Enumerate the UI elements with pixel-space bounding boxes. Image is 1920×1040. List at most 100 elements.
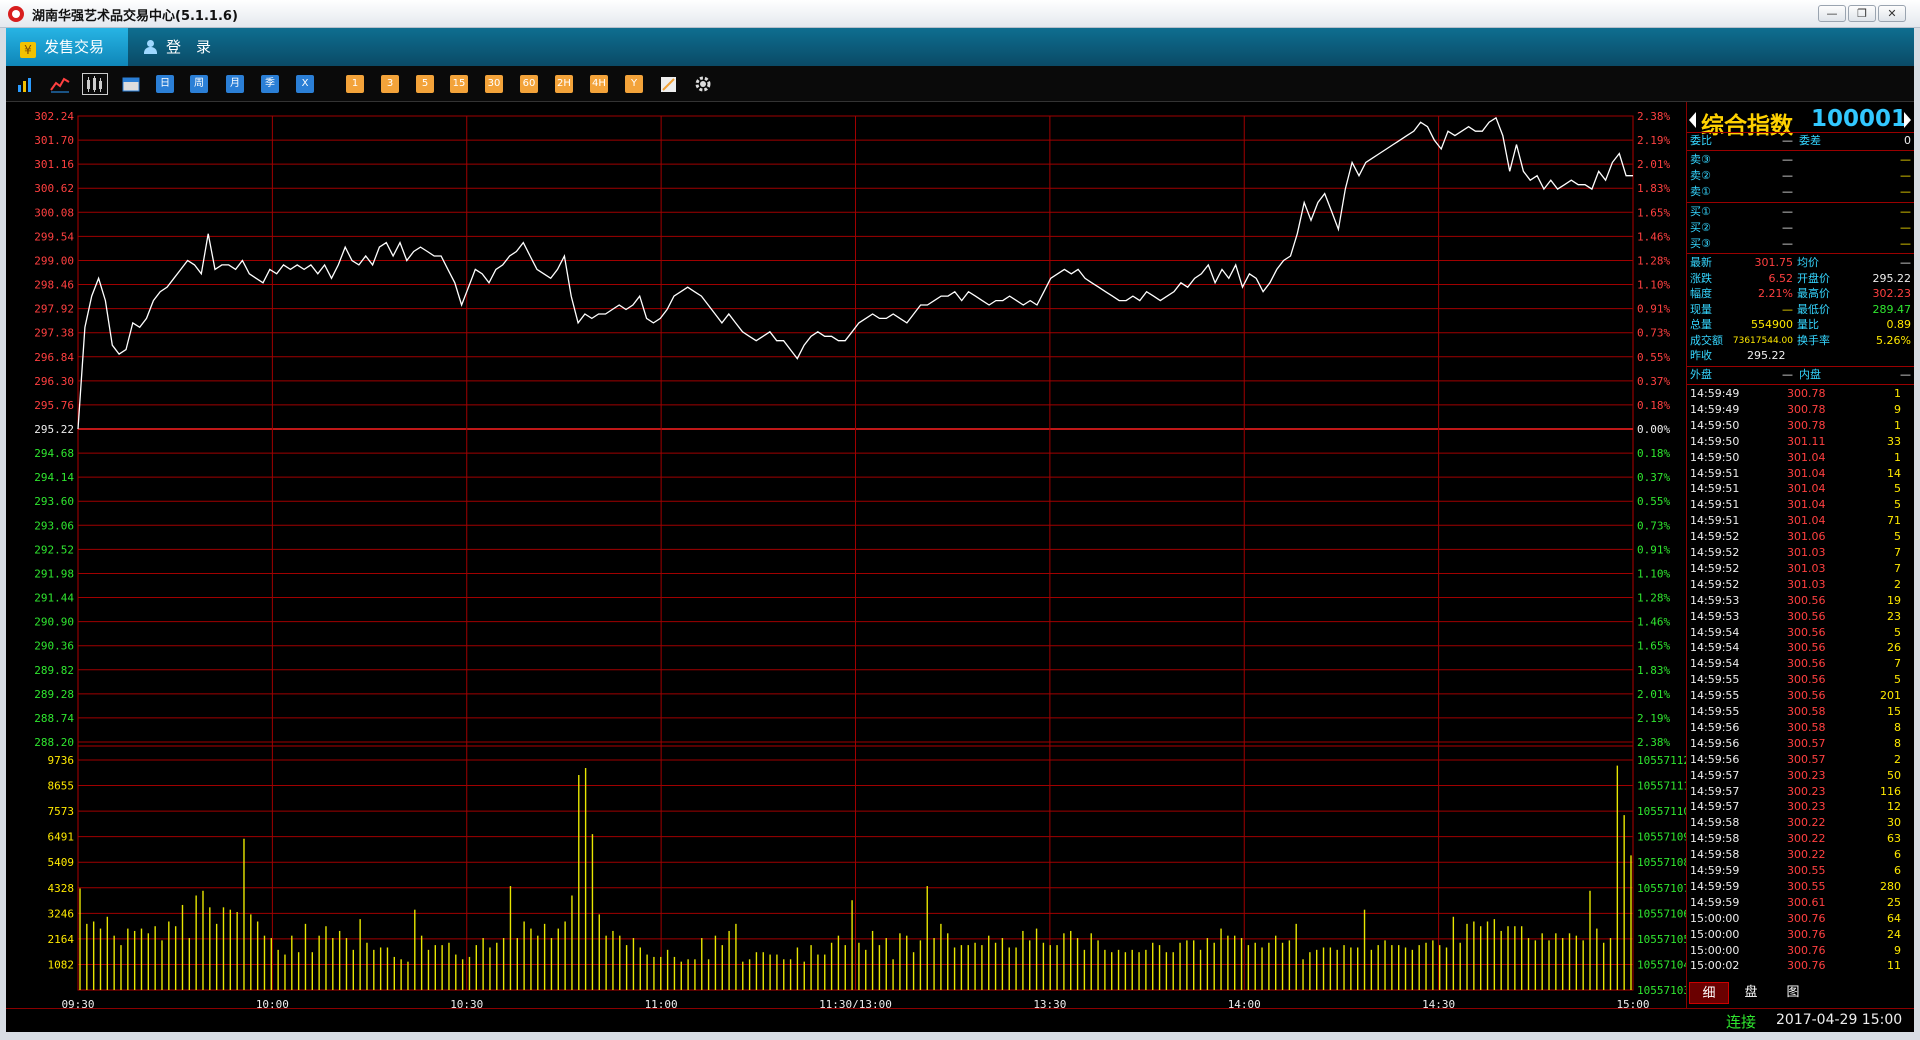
line-chart-icon[interactable] — [50, 75, 70, 93]
stat-label: 开盘价 — [1797, 271, 1830, 285]
zuoshou-value: 295.22 — [1747, 349, 1786, 362]
intraday-chart-area[interactable]: 302.24 2.38% 301.70 2.19% 301.16 2.01% 300.62 1… — [6, 102, 1690, 1032]
settings-gear-icon[interactable] — [694, 75, 712, 93]
bid-level-row: 买② — — — [1687, 220, 1914, 236]
tick-volume: 1 — [1894, 387, 1901, 400]
close-button[interactable]: ✕ — [1878, 5, 1906, 22]
menu-login[interactable]: 登 录 — [144, 28, 234, 66]
period-week-button[interactable]: 周 — [190, 75, 208, 93]
tick-price: 300.76 — [1787, 959, 1826, 973]
zuoshou-row: 昨收 295.22 — [1687, 348, 1914, 364]
tick-row: 15:00:00 300.76 24 — [1687, 927, 1914, 943]
stat-value: 289.47 — [1872, 302, 1912, 316]
tick-price: 300.23 — [1787, 784, 1826, 798]
tick-row: 14:59:58 300.22 63 — [1687, 831, 1914, 847]
tick-row: 14:59:51 301.04 71 — [1687, 513, 1914, 529]
divider — [1687, 253, 1914, 254]
tick-price: 300.22 — [1787, 848, 1826, 862]
tick-volume: 1 — [1894, 418, 1901, 432]
chart-toolbar: 日 周 月 季 X 1 3 5 15 30 60 2H 4H Y — [6, 66, 1914, 102]
volume-tick-label: 1082 — [48, 958, 75, 971]
volume-right-tick-label: 10557108 — [1637, 856, 1686, 869]
app-logo-icon — [8, 6, 24, 22]
price-tick-label: 300.08 — [34, 206, 74, 219]
tick-volume: 24 — [1887, 927, 1901, 941]
tick-time: 14:59:59 — [1690, 895, 1740, 909]
minute-15-button[interactable]: 15 — [450, 75, 468, 93]
draw-tool-icon[interactable] — [660, 75, 678, 93]
minute-5-button[interactable]: 5 — [416, 75, 434, 93]
price-tick-label: 288.74 — [34, 712, 74, 725]
minute-30-button[interactable]: 30 — [485, 75, 503, 93]
ask-level-row: 卖② — — — [1687, 168, 1914, 184]
intraday-chart-svg[interactable]: 302.24 2.38% 301.70 2.19% 301.16 2.01% 300.62 1… — [6, 102, 1690, 1032]
bid-label: 买② — [1690, 221, 1711, 234]
tick-volume: 19 — [1887, 593, 1901, 607]
maximize-button[interactable]: ❐ — [1848, 5, 1876, 22]
tick-volume: 50 — [1887, 768, 1901, 782]
tick-price: 301.11 — [1787, 434, 1826, 448]
period-day-button[interactable]: 日 — [156, 75, 174, 93]
stat-label: 最高价 — [1797, 287, 1830, 300]
volume-tick-label: 7573 — [48, 805, 75, 818]
tick-volume: 9 — [1894, 943, 1901, 957]
tick-row: 14:59:51 301.04 5 — [1687, 481, 1914, 497]
user-icon — [144, 40, 157, 54]
price-tick-label: 289.28 — [34, 688, 74, 701]
bid-price: — — [1782, 221, 1793, 234]
year-button[interactable]: Y — [625, 75, 643, 93]
ask-price: — — [1782, 153, 1793, 166]
volume-right-tick-label: 10557111 — [1637, 780, 1686, 793]
stat-row: 幅度 2.21% 最高价 302.23 — [1687, 286, 1914, 302]
stat-label: 成交额 — [1690, 333, 1723, 347]
price-tick-label: 302.24 — [34, 110, 74, 123]
tick-time: 14:59:56 — [1690, 720, 1740, 734]
tick-volume: 33 — [1887, 434, 1901, 448]
tick-volume: 7 — [1894, 546, 1901, 559]
tick-time: 14:59:52 — [1690, 546, 1740, 559]
menu-sell-trade[interactable]: ¥ 发售交易 — [6, 28, 128, 66]
period-month-button[interactable]: 月 — [226, 75, 244, 93]
bid-label: 买③ — [1690, 237, 1711, 250]
period-season-button[interactable]: 季 — [261, 75, 279, 93]
tab-detail[interactable]: 细 — [1689, 982, 1729, 1004]
bid-volume: — — [1900, 237, 1911, 250]
stat-label: 总量 — [1690, 318, 1712, 331]
percent-tick-label: 0.73% — [1637, 519, 1670, 532]
tab-chart[interactable]: 图 — [1773, 982, 1813, 1004]
bid-price: — — [1782, 237, 1793, 250]
tick-price: 301.03 — [1787, 561, 1826, 575]
stat-label: 涨跌 — [1690, 271, 1712, 285]
tick-row: 14:59:56 300.57 2 — [1687, 752, 1914, 768]
calendar-icon[interactable] — [122, 75, 140, 93]
tick-volume: 1 — [1894, 450, 1901, 464]
tick-row: 15:00:00 300.76 9 — [1687, 943, 1914, 959]
waipan-neipan-row: 外盘 — 内盘 — — [1687, 367, 1914, 383]
index-code: 100001 — [1811, 106, 1908, 132]
minute-1-button[interactable]: 1 — [346, 75, 364, 93]
period-x-button[interactable]: X — [296, 75, 314, 93]
stat-label: 幅度 — [1690, 287, 1712, 300]
title-bar: 湖南华强艺术品交易中心(5.1.1.6) — ❐ ✕ — [0, 0, 1920, 28]
minimize-button[interactable]: — — [1818, 5, 1846, 22]
tab-order-book[interactable]: 盘 — [1731, 982, 1771, 1004]
minute-3-button[interactable]: 3 — [381, 75, 399, 93]
hour-2-button[interactable]: 2H — [555, 75, 573, 93]
tick-time: 14:59:52 — [1690, 530, 1740, 544]
volume-right-tick-label: 10557107 — [1637, 882, 1686, 895]
volume-tick-label: 2164 — [48, 933, 75, 946]
stat-row: 涨跌 6.52 开盘价 295.22 — [1687, 271, 1914, 287]
tick-row: 15:00:02 300.76 11 — [1687, 958, 1914, 974]
hour-4-button[interactable]: 4H — [590, 75, 608, 93]
bar-chart-icon[interactable] — [16, 75, 34, 93]
candlestick-icon[interactable] — [82, 73, 108, 95]
minute-60-button[interactable]: 60 — [520, 75, 538, 93]
prev-arrow-icon[interactable] — [1689, 112, 1696, 128]
next-arrow-icon[interactable] — [1904, 112, 1911, 128]
tick-volume: 30 — [1887, 816, 1901, 830]
tick-price: 300.78 — [1787, 402, 1826, 416]
window-title: 湖南华强艺术品交易中心(5.1.1.6) — [32, 9, 238, 24]
weicha-value: 0 — [1904, 134, 1911, 147]
tick-time: 15:00:00 — [1690, 911, 1740, 925]
stat-value: 295.22 — [1872, 271, 1912, 285]
